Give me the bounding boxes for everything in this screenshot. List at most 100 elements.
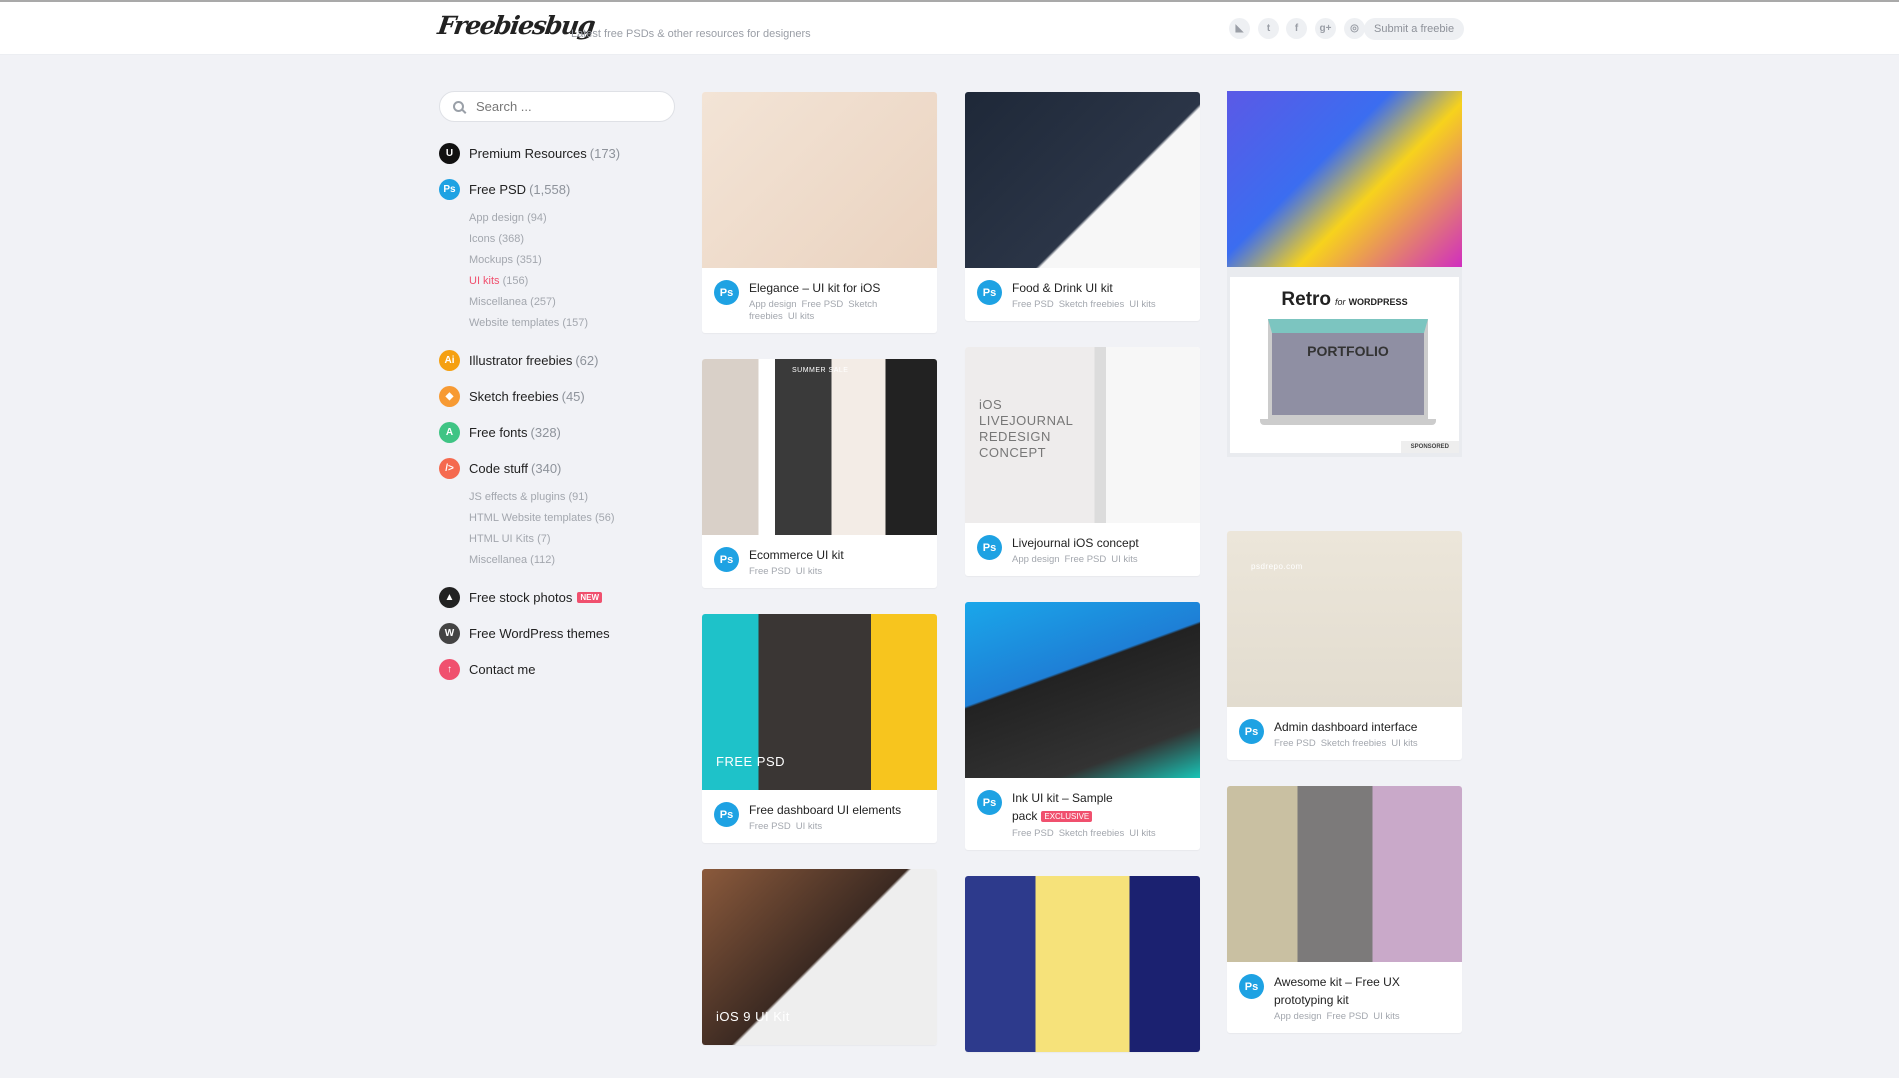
tag-link[interactable]: Free PSD <box>1327 1011 1369 1022</box>
tag-link[interactable]: Free PSD <box>749 566 791 577</box>
tag-link[interactable]: Free PSD <box>1065 554 1107 565</box>
post-title[interactable]: Elegance – UI kit for iOS <box>749 279 925 297</box>
twitter-icon[interactable]: t <box>1258 18 1279 39</box>
search-input[interactable]: Search ... <box>439 91 675 122</box>
submenu-item[interactable]: Icons (368) <box>469 229 675 250</box>
submenu-item[interactable]: HTML Website templates (56) <box>469 508 675 529</box>
sidebar-item-free-fonts[interactable]: A Free fonts (328) <box>439 414 675 450</box>
submit-freebie-button[interactable]: Submit a freebie <box>1364 18 1465 40</box>
post-title-text: Food & Drink UI kit <box>1012 281 1113 295</box>
search-placeholder: Search ... <box>476 99 532 114</box>
sidebar-item-free-psd[interactable]: Ps Free PSD (1,558) <box>439 171 675 207</box>
sidebar-item-count: (328) <box>530 424 561 440</box>
post-card[interactable]: iOS 9 UI Kit <box>702 869 937 1045</box>
ad-for: for <box>1335 297 1346 307</box>
post-title[interactable]: Food & Drink UI kit <box>1012 279 1161 297</box>
tag-link[interactable]: UI kits <box>1111 554 1137 565</box>
tag-link[interactable]: UI kits <box>796 821 822 832</box>
submenu-item[interactable]: App design (94) <box>469 208 675 229</box>
sidebar: Search ... U Premium Resources (173) Ps Free… <box>439 91 675 687</box>
post-thumbnail[interactable] <box>1227 786 1462 962</box>
submenu-item[interactable]: Miscellanea (112) <box>469 550 675 571</box>
submenu-item[interactable]: Website templates (157) <box>469 313 675 334</box>
post-thumbnail[interactable]: FREE PSD <box>702 614 937 790</box>
submenu-item[interactable]: JS effects & plugins (91) <box>469 487 675 508</box>
ad-subtitle: WORDPRESS <box>1348 297 1408 307</box>
tag-link[interactable]: App design <box>1274 1011 1322 1022</box>
tag-link[interactable]: App design <box>1012 554 1060 565</box>
post-title[interactable]: Awesome kit – Free UX prototyping kit <box>1274 973 1450 1009</box>
submenu-item[interactable]: HTML UI Kits (7) <box>469 529 675 550</box>
post-title[interactable]: Ecommerce UI kit <box>749 546 844 564</box>
tag-link[interactable]: Free PSD <box>749 821 791 832</box>
dribbble-icon[interactable]: ◎ <box>1344 18 1365 39</box>
tag-link[interactable]: UI kits <box>1391 738 1417 749</box>
tag-link[interactable]: Free PSD <box>1012 828 1054 839</box>
tag-link[interactable]: Free PSD <box>802 299 844 310</box>
post-thumbnail[interactable] <box>702 92 937 268</box>
post-title[interactable]: Ink UI kit – Sample pack EXCLUSIVE <box>1012 789 1188 826</box>
submenu-item[interactable]: UI kits (156) <box>469 271 675 292</box>
sidebar-item-count: (45) <box>561 388 585 404</box>
tag-link[interactable]: Free PSD <box>1012 299 1054 310</box>
post-title[interactable]: Admin dashboard interface <box>1274 718 1423 736</box>
submenu-item[interactable]: Mockups (351) <box>469 250 675 271</box>
ad-retro-wordpress[interactable]: Retro for WORDPRESS PORTFOLIO SPONSORED <box>1230 277 1459 453</box>
sidebar-item-premium-resources[interactable]: U Premium Resources (173) <box>439 135 675 171</box>
tag-link[interactable]: Sketch freebies <box>1321 738 1386 749</box>
rss-icon[interactable]: ◣ <box>1229 18 1250 39</box>
tag-link[interactable]: UI kits <box>796 566 822 577</box>
post-column: Ps Food & Drink UI kit Free PSD Sketch free… <box>965 92 1200 1078</box>
post-thumbnail[interactable] <box>965 602 1200 778</box>
tag-link[interactable]: Free PSD <box>1274 738 1316 749</box>
post-card[interactable]: SUMMER SALE Ps Ecommerce UI kit Free PSD UI … <box>702 359 937 588</box>
submenu-item[interactable]: Miscellanea (257) <box>469 292 675 313</box>
post-card[interactable]: Ps Elegance – UI kit for iOS App design Fre… <box>702 92 937 333</box>
post-thumbnail[interactable]: SUMMER SALE <box>702 359 937 535</box>
post-card[interactable]: Ps Food & Drink UI kit Free PSD Sketch free… <box>965 92 1200 321</box>
post-title-text: Ecommerce UI kit <box>749 548 844 562</box>
post-thumbnail[interactable] <box>965 876 1200 1052</box>
tag-link[interactable]: Sketch freebies <box>1059 299 1124 310</box>
post-column: Ps Elegance – UI kit for iOS App design Fre… <box>702 92 937 1071</box>
sidebar-item-sketch-freebies[interactable]: ◆ Sketch freebies (45) <box>439 378 675 414</box>
sidebar-item-contact-me[interactable]: ↑ Contact me <box>439 651 675 687</box>
sidebar-item-code-stuff[interactable]: /> Code stuff (340) <box>439 450 675 486</box>
tag-link[interactable]: UI kits <box>788 311 814 322</box>
post-card[interactable]: FREE PSD Ps Free dashboard UI elements Free… <box>702 614 937 843</box>
tag-link[interactable]: App design <box>749 299 797 310</box>
tag-link[interactable]: Sketch freebies <box>1059 828 1124 839</box>
tag-link[interactable]: UI kits <box>1129 299 1155 310</box>
post-card[interactable]: Ps Awesome kit – Free UX prototyping kit A… <box>1227 786 1462 1033</box>
sidebar-item-free-wordpress-themes[interactable]: W Free WordPress themes <box>439 615 675 651</box>
post-thumbnail[interactable]: iOS 9 UI Kit <box>702 869 937 1045</box>
post-thumbnail[interactable]: iOS LIVEJOURNAL REDESIGN CONCEPT <box>965 347 1200 523</box>
post-card[interactable]: psdrepo.com Ps Admin dashboard interface Fr… <box>1227 531 1462 760</box>
post-tags: Free PSD Sketch freebies UI kits <box>1012 299 1161 311</box>
facebook-icon[interactable]: f <box>1286 18 1307 39</box>
new-badge: NEW <box>577 591 602 603</box>
thumbnail-caption: FREE PSD <box>716 754 786 769</box>
post-tags: Free PSD Sketch freebies UI kits <box>1274 738 1423 750</box>
photoshop-icon: Ps <box>714 280 739 305</box>
google-plus-icon[interactable]: g+ <box>1315 18 1336 39</box>
tag-link[interactable]: UI kits <box>1373 1011 1399 1022</box>
post-title-text: Admin dashboard interface <box>1274 720 1418 734</box>
tag-link[interactable]: UI kits <box>1129 828 1155 839</box>
post-card[interactable] <box>965 876 1200 1052</box>
post-title[interactable]: Livejournal iOS concept <box>1012 534 1143 552</box>
post-thumbnail[interactable] <box>965 92 1200 268</box>
sidebar-item-illustrator-freebies[interactable]: Ai Illustrator freebies (62) <box>439 342 675 378</box>
sidebar-item-count: (340) <box>531 460 562 476</box>
post-card[interactable]: Ps Ink UI kit – Sample pack EXCLUSIVE Free … <box>965 602 1200 850</box>
submenu-label: HTML Website templates <box>469 512 592 524</box>
submenu-label: Miscellanea <box>469 554 528 566</box>
sidebar-item-free-stock-photos[interactable]: ▲ Free stock photos NEW <box>439 579 675 615</box>
post-thumbnail[interactable]: psdrepo.com <box>1227 531 1462 707</box>
post-tags: App design Free PSD Sketch freebies UI kits <box>749 299 925 323</box>
code-icon: /> <box>439 457 460 479</box>
post-card[interactable]: iOS LIVEJOURNAL REDESIGN CONCEPT Ps Livejo… <box>965 347 1200 576</box>
post-title[interactable]: Free dashboard UI elements <box>749 801 901 819</box>
ad-banner[interactable] <box>1227 91 1462 267</box>
sidebar-item-label: Premium Resources <box>469 145 587 161</box>
